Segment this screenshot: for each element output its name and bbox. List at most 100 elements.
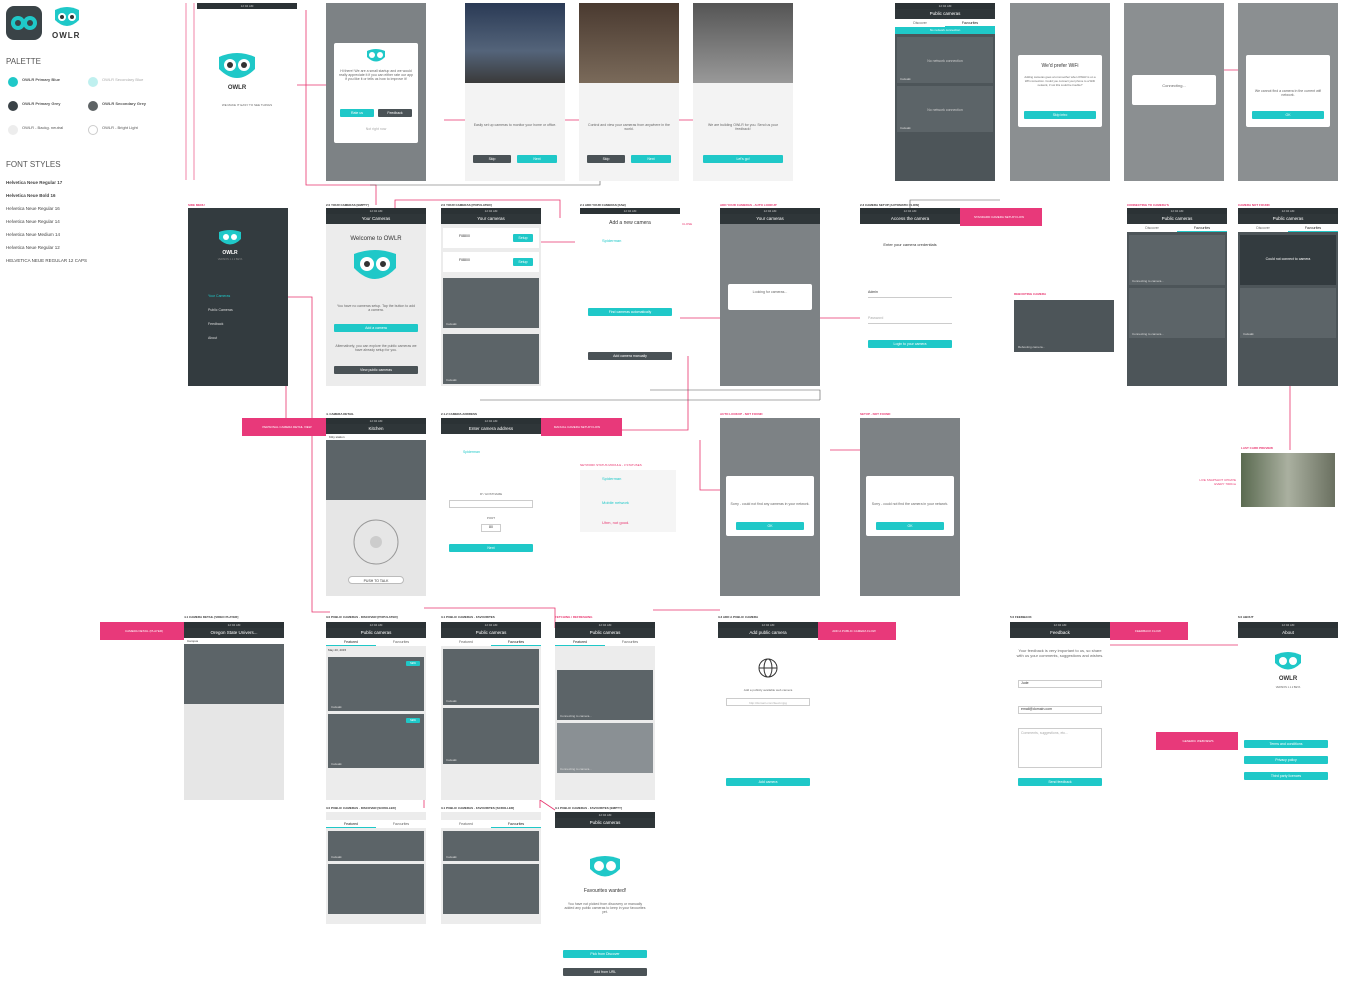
menu-item-feedback[interactable]: Feedback: [208, 322, 223, 326]
add-url-button[interactable]: Add from URL: [563, 968, 647, 976]
camera-card[interactable]: Connecting to camera...: [1129, 235, 1225, 285]
camera-card[interactable]: NEW Catwalk: [328, 714, 424, 768]
favourites-scrolled: Featured Favourites Catwalk: [441, 812, 541, 924]
camera-card[interactable]: [443, 864, 539, 914]
camera-card[interactable]: Catwalk: [443, 278, 539, 328]
tab-discover[interactable]: Discover: [895, 19, 945, 27]
camera-card[interactable]: Connecting to camera...: [557, 670, 653, 720]
camera-card[interactable]: Could not connect to camera: [1240, 235, 1336, 285]
username-field[interactable]: Admin: [868, 290, 952, 298]
camera-card[interactable]: Catwalk: [443, 334, 539, 384]
skip-button[interactable]: Skip: [473, 155, 511, 163]
menu-item-your-cameras[interactable]: Your Cameras: [208, 294, 230, 298]
screen-title: About: [1238, 628, 1338, 638]
camera-card[interactable]: Catwalk: [328, 831, 424, 861]
tab-favourites[interactable]: Favourites: [491, 820, 541, 828]
terms-button[interactable]: Terms and conditions: [1244, 740, 1328, 748]
tab-featured[interactable]: Featured: [441, 638, 491, 646]
next-button[interactable]: Next: [631, 155, 671, 163]
camera-row[interactable]: FI8800 Setup: [443, 252, 539, 272]
rebooting-card: Rebooting camera...: [1014, 300, 1114, 352]
later-link[interactable]: Not right now: [334, 127, 418, 131]
setup-button[interactable]: Setup: [513, 258, 533, 266]
next-button[interactable]: Next: [449, 544, 533, 552]
tab-favourites[interactable]: Favourites: [945, 19, 995, 27]
camera-row[interactable]: FI8800 Setup: [443, 228, 539, 248]
find-auto-button[interactable]: Find cameras automatically: [588, 308, 672, 316]
menu-item-about[interactable]: About: [208, 336, 217, 340]
add-public-text: Add a publicly available web camera: [743, 688, 793, 692]
access-camera-screen: 12:04 AM Access the camera Enter your ca…: [860, 208, 960, 386]
next-button[interactable]: Next: [517, 155, 557, 163]
section-label: 5.0 FEEDBACK: [1010, 615, 1032, 619]
add-camera-button[interactable]: Add camera: [726, 778, 810, 786]
add-manual-button[interactable]: Add camera manually: [588, 352, 672, 360]
screen-title: Public cameras: [326, 628, 426, 638]
pick-discover-button[interactable]: Pick from Discover: [563, 950, 647, 958]
add-public-camera-screen: 12:04 AM Add public camera Add a publicl…: [718, 622, 818, 800]
port-input[interactable]: 80: [481, 524, 501, 532]
fetching-screen: 12:04 AM Public cameras Featured Favourit…: [555, 622, 655, 800]
privacy-button[interactable]: Privacy policy: [1244, 756, 1328, 764]
card-text: No network connection: [927, 108, 963, 112]
setup-button[interactable]: Setup: [513, 234, 533, 242]
login-button[interactable]: Login to your camera: [868, 340, 952, 348]
url-input[interactable]: http://domain.com/feed.mjpg: [726, 698, 810, 706]
wifi-screen: We'd prefer WiFi Adding cameras goes a l…: [1010, 3, 1110, 181]
tab-featured[interactable]: Featured: [326, 638, 376, 646]
camera-card[interactable]: Catwalk: [1240, 288, 1336, 338]
lets-go-button[interactable]: Let's go!: [703, 155, 783, 163]
skip-button[interactable]: Skip: [587, 155, 625, 163]
tab-favourites[interactable]: Favourites: [605, 638, 655, 646]
tab-discover[interactable]: Discover: [1238, 224, 1288, 232]
tab-favourites[interactable]: Favourites: [1288, 224, 1338, 232]
tab-discover[interactable]: Discover: [1127, 224, 1177, 232]
camera-card[interactable]: Catwalk: [443, 649, 539, 705]
feedback-button[interactable]: Feedback: [378, 109, 412, 117]
swatch-name: OWLR Secondary Blue: [102, 77, 144, 82]
status-bar: 12:04 AM: [580, 208, 680, 214]
dpad-control[interactable]: [352, 518, 400, 566]
camera-card[interactable]: NEW Catwalk: [328, 657, 424, 711]
camera-feed: [184, 644, 284, 704]
view-public-button[interactable]: View public cameras: [334, 366, 418, 374]
tab-favourites[interactable]: Favourites: [1177, 224, 1227, 232]
tab-favourites[interactable]: Favourites: [491, 638, 541, 646]
swatch-primary-grey: [8, 101, 18, 111]
lookup-not-found-screen: Sorry - could not find any cameras in yo…: [720, 418, 820, 596]
tab-featured[interactable]: Featured: [555, 638, 605, 646]
section-label: 3.3 ADD A PUBLIC CAMERA: [718, 615, 759, 619]
name-input[interactable]: Jude: [1018, 680, 1102, 688]
camera-card[interactable]: Connecting to camera...: [1129, 288, 1225, 338]
section-label: NETWORK STATUS MODULE - 3 STATUSES: [580, 463, 642, 467]
camera-card[interactable]: Catwalk: [443, 831, 539, 861]
ok-button[interactable]: OK: [876, 522, 944, 530]
comments-input[interactable]: Comments, suggestions, etc...: [1018, 728, 1102, 768]
camera-card[interactable]: [328, 864, 424, 914]
skip-intro-button[interactable]: Skip intro: [1024, 111, 1096, 119]
send-feedback-button[interactable]: Send feedback: [1018, 778, 1102, 786]
flow-flag: GENERIC WEBVIEWS: [1156, 732, 1240, 750]
ok-button[interactable]: OK: [736, 522, 804, 530]
camera-card[interactable]: Connecting to camera...: [557, 723, 653, 773]
ip-input[interactable]: [449, 500, 533, 508]
screen-title: Public cameras: [1127, 214, 1227, 224]
tab-featured[interactable]: Featured: [441, 820, 491, 828]
tab-favourites[interactable]: Favourites: [376, 638, 426, 646]
camera-card[interactable]: No network connection Catwalk: [897, 86, 993, 132]
menu-item-public-cameras[interactable]: Public Cameras: [208, 308, 233, 312]
add-camera-button[interactable]: Add a camera: [334, 324, 418, 332]
licences-button[interactable]: Third party licences: [1244, 772, 1328, 780]
camera-card[interactable]: Catwalk: [443, 708, 539, 764]
camera-name: Catwalk: [900, 77, 911, 81]
ok-button[interactable]: OK: [1252, 111, 1324, 119]
rate-button[interactable]: Rate us: [340, 109, 374, 117]
camera-card[interactable]: No network connection Catwalk: [897, 37, 993, 83]
tab-favourites[interactable]: Favourites: [376, 820, 426, 828]
card-status: Connecting to camera...: [560, 767, 592, 771]
wifi-modal: We'd prefer WiFi Adding cameras goes a l…: [1018, 55, 1102, 127]
password-field[interactable]: Password: [868, 316, 952, 324]
push-to-talk-button[interactable]: PUSH TO TALK: [348, 576, 404, 584]
email-input[interactable]: email@domain.com: [1018, 706, 1102, 714]
tab-featured[interactable]: Featured: [326, 820, 376, 828]
